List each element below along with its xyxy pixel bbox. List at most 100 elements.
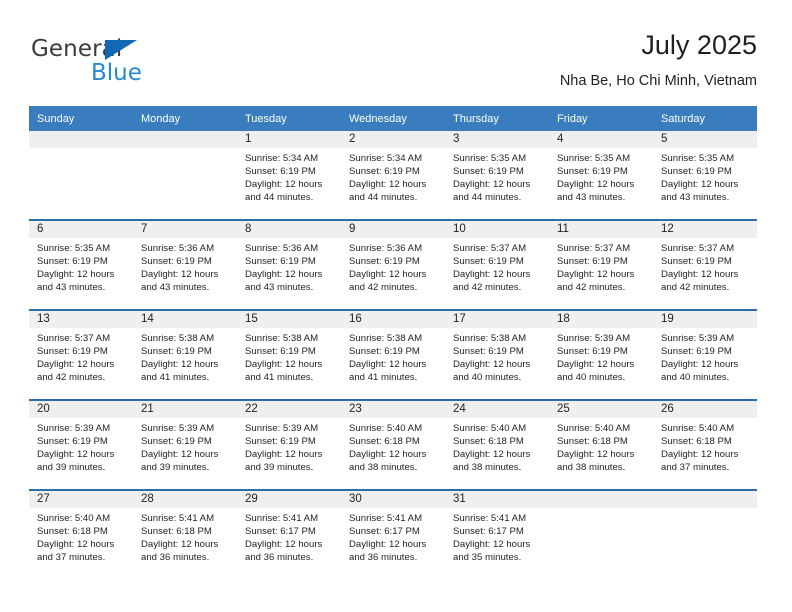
day-number: 2 — [341, 131, 445, 148]
day-cell-inner: 3 Sunrise: 5:35 AM Sunset: 6:19 PM Daylight… — [445, 131, 549, 219]
daylight-duration-line2: and 42 minutes. — [37, 372, 106, 384]
calendar-day-cell[interactable] — [653, 489, 757, 579]
day-number: 30 — [341, 491, 445, 508]
daylight-duration-line1: Daylight: 12 hours — [557, 269, 635, 281]
daylight-duration-line2: and 43 minutes. — [245, 282, 314, 294]
day-cell-inner: 4 Sunrise: 5:35 AM Sunset: 6:19 PM Daylight… — [549, 131, 653, 219]
calendar-day-cell[interactable]: 15 Sunrise: 5:38 AM Sunset: 6:19 PM Dayligh… — [237, 309, 341, 400]
day-cell-inner: 12 Sunrise: 5:37 AM Sunset: 6:19 PM Dayligh… — [653, 221, 757, 309]
day-cell-inner: 5 Sunrise: 5:35 AM Sunset: 6:19 PM Daylight… — [653, 131, 757, 219]
calendar-day-cell[interactable]: 12 Sunrise: 5:37 AM Sunset: 6:19 PM Dayligh… — [653, 219, 757, 310]
day-details: Sunrise: 5:37 AM Sunset: 6:19 PM Daylight:… — [653, 238, 757, 294]
daylight-duration-line2: and 37 minutes. — [661, 462, 730, 474]
daylight-duration-line2: and 42 minutes. — [349, 282, 418, 294]
calendar-day-cell[interactable]: 3 Sunrise: 5:35 AM Sunset: 6:19 PM Daylight… — [445, 131, 549, 220]
sunrise-time: Sunrise: 5:41 AM — [349, 513, 423, 524]
calendar-day-cell[interactable]: 22 Sunrise: 5:39 AM Sunset: 6:19 PM Dayligh… — [237, 399, 341, 490]
calendar-day-cell[interactable]: 29 Sunrise: 5:41 AM Sunset: 6:17 PM Dayligh… — [237, 489, 341, 579]
calendar-day-cell[interactable]: 16 Sunrise: 5:38 AM Sunset: 6:19 PM Dayligh… — [341, 309, 445, 400]
day-number: 3 — [445, 131, 549, 148]
daylight-duration-line1: Daylight: 12 hours — [453, 359, 531, 371]
calendar-day-cell[interactable] — [549, 489, 653, 579]
sunset-time: Sunset: 6:18 PM — [557, 436, 628, 448]
calendar-day-cell[interactable]: 31 Sunrise: 5:41 AM Sunset: 6:17 PM Dayligh… — [445, 489, 549, 579]
day-number: 7 — [133, 221, 237, 238]
day-number — [549, 491, 653, 508]
daylight-duration-line1: Daylight: 12 hours — [349, 269, 427, 281]
weekday-header-wednesday: Wednesday — [341, 106, 445, 131]
daylight-duration-line1: Daylight: 12 hours — [141, 359, 219, 371]
calendar-day-cell[interactable]: 26 Sunrise: 5:40 AM Sunset: 6:18 PM Dayligh… — [653, 399, 757, 490]
sunrise-time: Sunrise: 5:41 AM — [141, 513, 215, 524]
calendar-day-cell[interactable]: 2 Sunrise: 5:34 AM Sunset: 6:19 PM Daylight… — [341, 131, 445, 220]
daylight-duration-line1: Daylight: 12 hours — [557, 359, 635, 371]
day-number: 29 — [237, 491, 341, 508]
calendar-day-cell[interactable]: 27 Sunrise: 5:40 AM Sunset: 6:18 PM Dayligh… — [29, 489, 133, 579]
calendar-day-cell[interactable]: 28 Sunrise: 5:41 AM Sunset: 6:18 PM Dayligh… — [133, 489, 237, 579]
day-details: Sunrise: 5:39 AM Sunset: 6:19 PM Daylight:… — [549, 328, 653, 384]
calendar-day-cell[interactable]: 18 Sunrise: 5:39 AM Sunset: 6:19 PM Dayligh… — [549, 309, 653, 400]
calendar-day-cell[interactable]: 9 Sunrise: 5:36 AM Sunset: 6:19 PM Daylight… — [341, 219, 445, 310]
calendar-day-cell[interactable] — [133, 131, 237, 220]
calendar-day-cell[interactable]: 25 Sunrise: 5:40 AM Sunset: 6:18 PM Dayligh… — [549, 399, 653, 490]
calendar-day-cell[interactable]: 24 Sunrise: 5:40 AM Sunset: 6:18 PM Dayligh… — [445, 399, 549, 490]
day-cell-inner: 14 Sunrise: 5:38 AM Sunset: 6:19 PM Dayligh… — [133, 311, 237, 399]
daylight-duration-line1: Daylight: 12 hours — [453, 449, 531, 461]
day-number: 26 — [653, 401, 757, 418]
day-details: Sunrise: 5:38 AM Sunset: 6:19 PM Daylight:… — [445, 328, 549, 384]
sunset-time: Sunset: 6:17 PM — [349, 526, 420, 538]
day-number — [29, 131, 133, 148]
calendar-day-cell[interactable]: 14 Sunrise: 5:38 AM Sunset: 6:19 PM Dayligh… — [133, 309, 237, 400]
day-cell-inner — [549, 491, 653, 579]
sunrise-time: Sunrise: 5:39 AM — [661, 333, 735, 344]
calendar-day-cell[interactable]: 7 Sunrise: 5:36 AM Sunset: 6:19 PM Daylight… — [133, 219, 237, 310]
sunrise-time: Sunrise: 5:41 AM — [245, 513, 319, 524]
calendar-day-cell[interactable]: 4 Sunrise: 5:35 AM Sunset: 6:19 PM Daylight… — [549, 131, 653, 220]
calendar-day-cell[interactable] — [29, 131, 133, 220]
day-cell-inner: 31 Sunrise: 5:41 AM Sunset: 6:17 PM Dayligh… — [445, 491, 549, 579]
day-number: 9 — [341, 221, 445, 238]
sunset-time: Sunset: 6:19 PM — [37, 346, 108, 358]
sunset-time: Sunset: 6:19 PM — [141, 436, 212, 448]
weekday-header-tuesday: Tuesday — [237, 106, 341, 131]
calendar-day-cell[interactable]: 6 Sunrise: 5:35 AM Sunset: 6:19 PM Daylight… — [29, 219, 133, 310]
sunrise-time: Sunrise: 5:36 AM — [245, 243, 319, 254]
calendar-day-cell[interactable]: 17 Sunrise: 5:38 AM Sunset: 6:19 PM Dayligh… — [445, 309, 549, 400]
sunset-time: Sunset: 6:19 PM — [245, 166, 316, 178]
day-details: Sunrise: 5:35 AM Sunset: 6:19 PM Daylight:… — [445, 148, 549, 204]
weekday-header-monday: Monday — [133, 106, 237, 131]
logo-triangle-icon — [105, 40, 137, 60]
sunset-time: Sunset: 6:19 PM — [349, 346, 420, 358]
sunrise-time: Sunrise: 5:39 AM — [141, 423, 215, 434]
calendar-day-cell[interactable]: 11 Sunrise: 5:37 AM Sunset: 6:19 PM Dayligh… — [549, 219, 653, 310]
calendar-day-cell[interactable]: 20 Sunrise: 5:39 AM Sunset: 6:19 PM Dayligh… — [29, 399, 133, 490]
calendar-grid: Sunday Monday Tuesday Wednesday Thursday… — [29, 106, 757, 579]
calendar-day-cell[interactable]: 8 Sunrise: 5:36 AM Sunset: 6:19 PM Daylight… — [237, 219, 341, 310]
sunset-time: Sunset: 6:19 PM — [557, 166, 628, 178]
calendar-week-row: 13 Sunrise: 5:37 AM Sunset: 6:19 PM Dayligh… — [29, 309, 757, 400]
calendar-day-cell[interactable]: 13 Sunrise: 5:37 AM Sunset: 6:19 PM Dayligh… — [29, 309, 133, 400]
day-number: 31 — [445, 491, 549, 508]
daylight-duration-line2: and 40 minutes. — [661, 372, 730, 384]
calendar-day-cell[interactable]: 21 Sunrise: 5:39 AM Sunset: 6:19 PM Dayligh… — [133, 399, 237, 490]
general-blue-logo[interactable]: General Blue — [31, 36, 221, 92]
day-number: 13 — [29, 311, 133, 328]
daylight-duration-line1: Daylight: 12 hours — [453, 179, 531, 191]
calendar-day-cell[interactable]: 5 Sunrise: 5:35 AM Sunset: 6:19 PM Daylight… — [653, 131, 757, 220]
sunrise-time: Sunrise: 5:37 AM — [557, 243, 631, 254]
day-details: Sunrise: 5:41 AM Sunset: 6:17 PM Daylight:… — [445, 508, 549, 564]
calendar-day-cell[interactable]: 30 Sunrise: 5:41 AM Sunset: 6:17 PM Dayligh… — [341, 489, 445, 579]
daylight-duration-line2: and 37 minutes. — [37, 552, 106, 564]
day-cell-inner: 6 Sunrise: 5:35 AM Sunset: 6:19 PM Daylight… — [29, 221, 133, 309]
calendar-day-cell[interactable]: 19 Sunrise: 5:39 AM Sunset: 6:19 PM Dayligh… — [653, 309, 757, 400]
day-number — [653, 491, 757, 508]
daylight-duration-line2: and 36 minutes. — [141, 552, 210, 564]
daylight-duration-line2: and 44 minutes. — [453, 192, 522, 204]
page-header: General Blue July 2025 Nha Be, Ho Chi Mi… — [29, 28, 757, 100]
calendar-day-cell[interactable]: 23 Sunrise: 5:40 AM Sunset: 6:18 PM Dayligh… — [341, 399, 445, 490]
calendar-day-cell[interactable]: 1 Sunrise: 5:34 AM Sunset: 6:19 PM Daylight… — [237, 131, 341, 220]
sunrise-time: Sunrise: 5:40 AM — [37, 513, 111, 524]
day-details: Sunrise: 5:37 AM Sunset: 6:19 PM Daylight:… — [29, 328, 133, 384]
calendar-week-row: 1 Sunrise: 5:34 AM Sunset: 6:19 PM Daylight… — [29, 131, 757, 220]
calendar-day-cell[interactable]: 10 Sunrise: 5:37 AM Sunset: 6:19 PM Dayligh… — [445, 219, 549, 310]
